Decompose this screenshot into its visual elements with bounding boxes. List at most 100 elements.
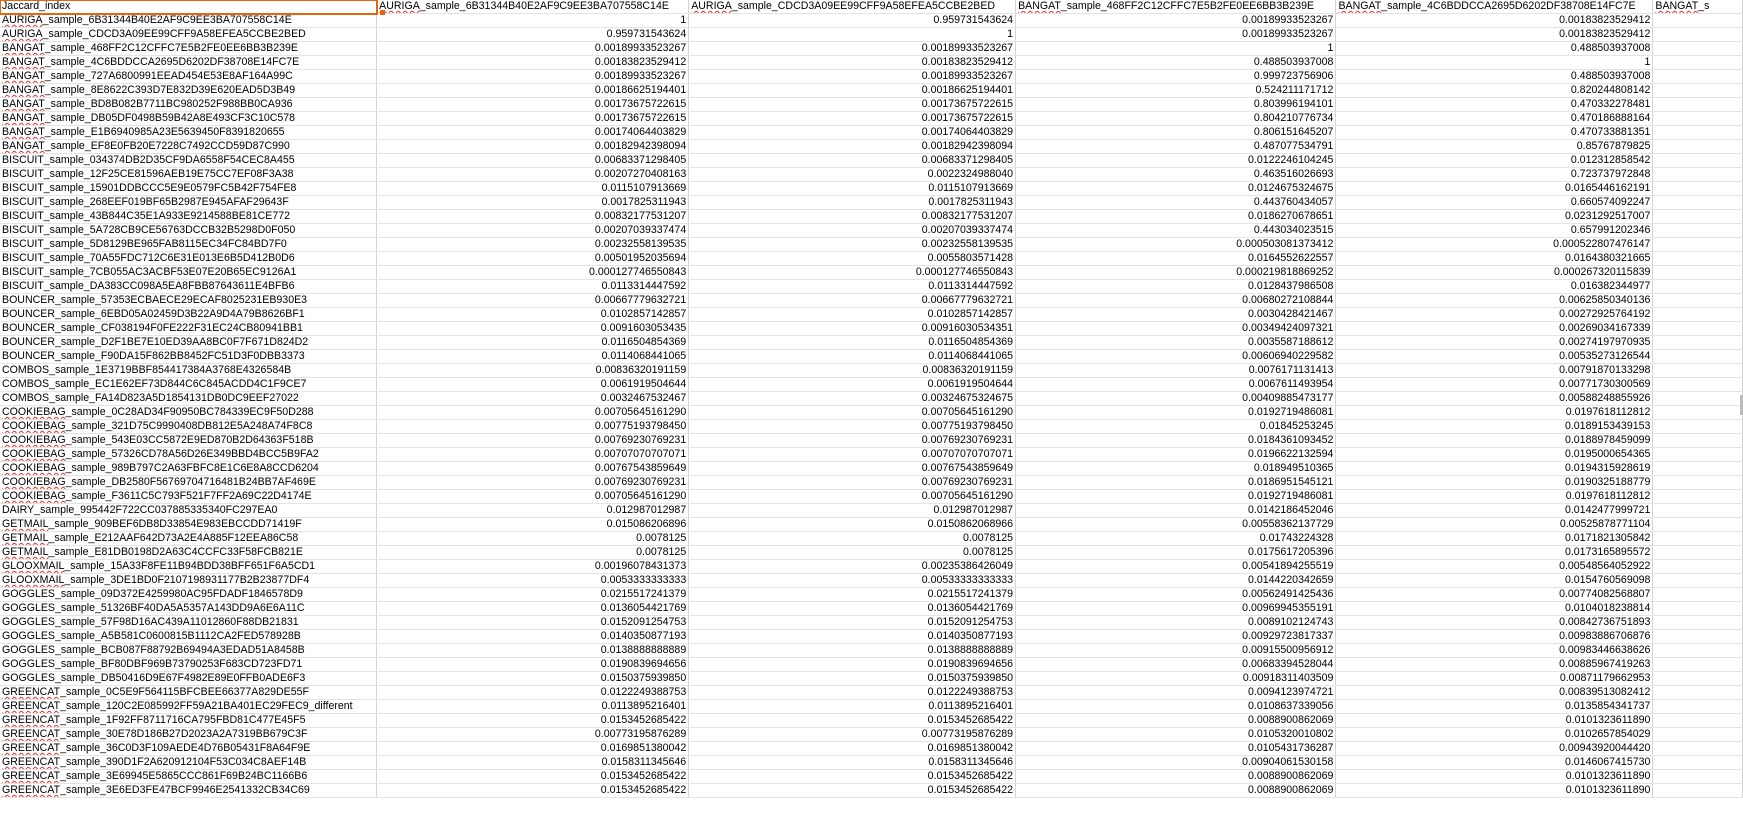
cell[interactable] <box>1652 279 1743 294</box>
cell[interactable]: 0.00324675324675 <box>688 391 1017 406</box>
cell[interactable]: 1 <box>376 13 690 28</box>
cell[interactable]: 0.00839513082412 <box>1335 685 1654 700</box>
cell[interactable]: GOGGLES_sample_09D372E4259980AC95FDADF18… <box>0 587 378 602</box>
cell[interactable] <box>1652 167 1743 182</box>
cell[interactable]: 0.0158311345646 <box>688 755 1017 770</box>
cell[interactable]: 0.00272925764192 <box>1335 307 1654 322</box>
cell[interactable]: GREENCAT_sample_120C2E085992FF59A21BA401… <box>0 699 378 714</box>
cell[interactable] <box>1652 125 1743 140</box>
cell[interactable]: 0.00189933523267 <box>688 69 1017 84</box>
cell[interactable]: 0.00533333333333 <box>688 573 1017 588</box>
cell[interactable] <box>1652 685 1743 700</box>
cell[interactable]: 0.00904061530158 <box>1015 755 1337 770</box>
cell[interactable] <box>1652 69 1743 84</box>
cell[interactable]: 0.723737972848 <box>1335 167 1654 182</box>
cell[interactable]: 0.00771730300569 <box>1335 377 1654 392</box>
cell[interactable]: 0.0113895216401 <box>376 699 690 714</box>
header-cell[interactable]: Jaccard_index <box>0 0 378 15</box>
cell[interactable] <box>1652 531 1743 546</box>
cell[interactable]: 0.0138888888889 <box>688 643 1017 658</box>
cell[interactable]: 0.0171821305842 <box>1335 531 1654 546</box>
cell[interactable]: 0.00349424097321 <box>1015 321 1337 336</box>
cell[interactable]: BISCUIT_sample_43B844C35E1A933E9214588BE… <box>0 209 378 224</box>
cell[interactable]: 0.0150375939850 <box>376 671 690 686</box>
cell[interactable]: GOGGLES_sample_57F98D16AC439A11012860F88… <box>0 615 378 630</box>
cell[interactable]: 0.00189933523267 <box>376 69 690 84</box>
cell[interactable]: 0.0154760569098 <box>1335 573 1654 588</box>
cell[interactable]: 0.00767543859649 <box>688 461 1017 476</box>
cell[interactable]: 0.00525878771104 <box>1335 517 1654 532</box>
cell[interactable]: BISCUIT_sample_DA383CC098A5EA8FBB8764361… <box>0 279 378 294</box>
cell[interactable]: 0.00409885473177 <box>1015 391 1337 406</box>
cell[interactable]: 0.00773195876289 <box>688 727 1017 742</box>
cell[interactable]: 0.00183823529412 <box>1335 13 1654 28</box>
cell[interactable] <box>1652 769 1743 784</box>
cell[interactable]: COOKIEBAG_sample_543E03CC5872E9ED870B2D6… <box>0 433 378 448</box>
cell[interactable]: 0.00535273126544 <box>1335 349 1654 364</box>
cell[interactable]: 0.0022324988040 <box>688 167 1017 182</box>
cell[interactable]: 0.00773195876289 <box>376 727 690 742</box>
cell[interactable]: GLOOXMAIL_sample_3DE1BD0F2107198931177B2… <box>0 573 378 588</box>
cell[interactable]: 0.00918311403509 <box>1015 671 1337 686</box>
cell[interactable]: 0.0164380321665 <box>1335 251 1654 266</box>
header-cell[interactable]: BANGAT_sample_468FF2C12CFFC7E5B2FE0EE6BB… <box>1015 0 1337 14</box>
cell[interactable]: 0.00769230769231 <box>688 475 1017 490</box>
cell[interactable]: GLOOXMAIL_sample_15A33F8FE11B94BDD38BFF6… <box>0 559 378 574</box>
cell[interactable]: 0.0192719486081 <box>1015 405 1337 420</box>
cell[interactable] <box>1652 363 1743 378</box>
cell[interactable]: 0.0102657854029 <box>1335 727 1654 742</box>
cell[interactable]: 0.00791870133298 <box>1335 363 1654 378</box>
cell[interactable]: 0.0138888888889 <box>376 643 690 658</box>
cell[interactable] <box>1652 377 1743 392</box>
cell[interactable]: GETMAIL_sample_E81DB0198D2A63C4CCFC33F58… <box>0 545 378 560</box>
cell[interactable] <box>1652 503 1743 518</box>
cell[interactable]: BOUNCER_sample_6EBD05A02459D3B22A9D4A79B… <box>0 307 378 322</box>
cell[interactable]: 0.85767879825 <box>1335 139 1654 154</box>
cell[interactable]: 0.0078125 <box>688 545 1017 560</box>
cell[interactable] <box>1652 293 1743 308</box>
cell[interactable]: 0.0108637339056 <box>1015 699 1337 714</box>
cell[interactable]: 0.00232558139535 <box>688 237 1017 252</box>
cell[interactable]: 0.016382344977 <box>1335 279 1654 294</box>
cell[interactable]: 0.0017825311943 <box>688 195 1017 210</box>
cell[interactable]: 0.0088900862069 <box>1015 769 1337 784</box>
cell[interactable]: 0.0231292517007 <box>1335 209 1654 224</box>
cell[interactable] <box>1652 223 1743 238</box>
cell[interactable]: 0.0140350877193 <box>376 629 690 644</box>
header-cell[interactable]: AURIGA_sample_CDCD3A09EE99CFF9A58EFEA5CC… <box>688 0 1017 14</box>
cell[interactable]: 0.0164552622557 <box>1015 251 1337 266</box>
cell[interactable]: 0.00174064403829 <box>376 125 690 140</box>
cell[interactable] <box>1652 461 1743 476</box>
cell[interactable]: 0.015086206896 <box>376 517 690 532</box>
cell[interactable]: 0.00182942398094 <box>376 139 690 154</box>
cell[interactable] <box>1652 153 1743 168</box>
cell[interactable]: 0.0144220342659 <box>1015 573 1337 588</box>
cell[interactable] <box>1652 447 1743 462</box>
cell[interactable]: 0.0136054421769 <box>688 601 1017 616</box>
cell[interactable]: 0.00183823529412 <box>376 55 690 70</box>
cell[interactable]: 0.00705645161290 <box>376 405 690 420</box>
cell[interactable]: 0.00683394528044 <box>1015 657 1337 672</box>
cell[interactable]: COOKIEBAG_sample_989B797C2A63FBFC8E1C6E8… <box>0 461 378 476</box>
cell[interactable]: GOGGLES_sample_BCB087F88792B69494A3EDAD5… <box>0 643 378 658</box>
cell[interactable]: 0.012987012987 <box>688 503 1017 518</box>
cell[interactable]: 0.0190839694656 <box>376 657 690 672</box>
cell[interactable]: 0.959731543624 <box>376 27 690 42</box>
cell[interactable] <box>1652 139 1743 154</box>
cell[interactable]: 0.488503937008 <box>1335 69 1654 84</box>
cell[interactable]: 0.0196622132594 <box>1015 447 1337 462</box>
cell[interactable]: 0.00836320191159 <box>376 363 690 378</box>
cell[interactable] <box>1652 251 1743 266</box>
cell[interactable]: BANGAT_sample_EF8E0FB20E7228C7492CCD59D8… <box>0 139 378 154</box>
cell[interactable]: 0.0169851380042 <box>688 741 1017 756</box>
cell[interactable]: 0.0101323611890 <box>1335 769 1654 784</box>
cell[interactable]: 0.0184361093452 <box>1015 433 1337 448</box>
cell[interactable] <box>1652 349 1743 364</box>
cell[interactable]: 0.0150375939850 <box>688 671 1017 686</box>
cell[interactable]: 0.00683371298405 <box>376 153 690 168</box>
cell[interactable] <box>1652 489 1743 504</box>
cell[interactable]: 0.01845253245 <box>1015 419 1337 434</box>
cell[interactable]: 0.820244808142 <box>1335 83 1654 98</box>
cell[interactable]: 0.00705645161290 <box>688 489 1017 504</box>
cell[interactable] <box>1652 629 1743 644</box>
